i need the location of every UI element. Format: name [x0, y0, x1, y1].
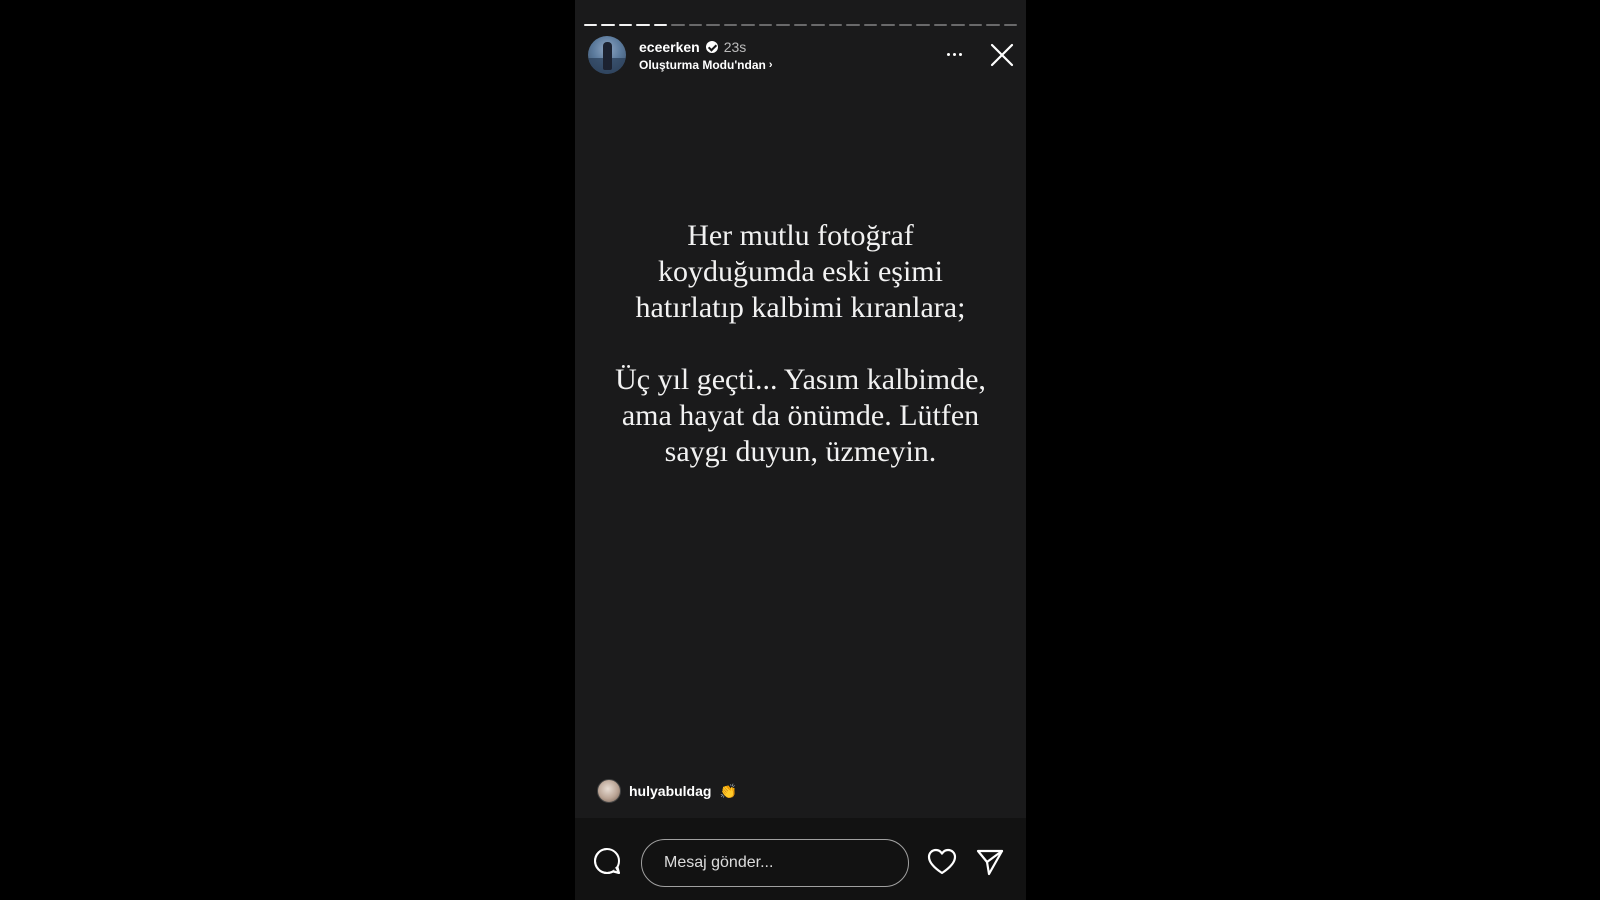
story-line: Üç yıl geçti... Yasım kalbimde,: [615, 363, 986, 396]
story-viewer[interactable]: eceerken 23s Oluşturma Modu'ndan › Her m…: [575, 0, 1026, 900]
progress-segment: [653, 24, 668, 26]
progress-segment: [898, 24, 913, 26]
reply-bar: [575, 818, 1026, 900]
more-dot: [946, 52, 950, 56]
progress-segment: [776, 24, 790, 26]
progress-segment: [881, 24, 895, 26]
heart-icon[interactable]: [927, 848, 957, 876]
progress-segment: [618, 24, 633, 26]
story-line: ama hayat da önümde. Lütfen: [621, 399, 980, 432]
progress-segment: [688, 24, 703, 26]
story-line: hatırlatıp kalbimi kıranlara;: [635, 291, 966, 324]
story-header: eceerken 23s Oluşturma Modu'ndan ›: [588, 36, 1016, 76]
more-dot: [958, 52, 962, 56]
chevron-right-icon: ›: [768, 59, 773, 71]
user-line: eceerken 23s: [639, 39, 746, 55]
story-line: koyduğumda eski eşimi: [658, 255, 943, 288]
story-paragraph-1: Her mutlu fotoğraf koyduğumda eski eşimi…: [595, 218, 1006, 326]
timestamp: 23s: [723, 39, 747, 55]
send-icon[interactable]: [975, 847, 1005, 877]
progress-segment: [601, 24, 615, 26]
progress-segment: [863, 24, 878, 26]
progress-segment: [706, 24, 720, 26]
progress-segment: [741, 24, 755, 26]
progress-segment: [1003, 24, 1018, 26]
progress-segment: [636, 24, 650, 26]
progress-segment: [671, 24, 685, 26]
avatar[interactable]: [588, 36, 626, 74]
more-options-button[interactable]: [942, 46, 966, 62]
verified-badge-icon: [705, 41, 718, 53]
progress-segment: [986, 24, 1000, 26]
story-text: Her mutlu fotoğraf koyduğumda eski eşimi…: [595, 218, 1006, 470]
creation-mode-label: Oluşturma Modu'ndan: [639, 58, 766, 72]
story-line: Her mutlu fotoğraf: [687, 219, 914, 252]
comment-icon[interactable]: [592, 846, 622, 876]
progress-segment: [793, 24, 808, 26]
story-line: saygı duyun, üzmeyin.: [664, 435, 937, 468]
avatar-figure: [603, 42, 612, 70]
progress-segment: [758, 24, 773, 26]
story-like-info[interactable]: hulyabuldag 👏: [597, 779, 737, 803]
page: eceerken 23s Oluşturma Modu'ndan › Her m…: [0, 0, 1600, 900]
story-progress-bar: [584, 24, 1018, 26]
progress-segment: [951, 24, 965, 26]
progress-segment: [933, 24, 948, 26]
progress-segment: [846, 24, 860, 26]
liker-avatar: [597, 779, 621, 803]
progress-segment: [811, 24, 825, 26]
progress-segment: [968, 24, 983, 26]
progress-segment: [723, 24, 738, 26]
more-dot: [952, 52, 956, 56]
progress-segment: [828, 24, 843, 26]
progress-segment: [916, 24, 930, 26]
story-paragraph-2: Üç yıl geçti... Yasım kalbimde, ama haya…: [595, 362, 1006, 470]
creation-mode-link[interactable]: Oluşturma Modu'ndan ›: [639, 58, 773, 72]
liker-username: hulyabuldag: [629, 783, 712, 799]
message-input[interactable]: [641, 839, 909, 887]
close-icon[interactable]: [988, 41, 1016, 69]
clap-icon: 👏: [719, 782, 737, 799]
username-link[interactable]: eceerken: [639, 39, 700, 55]
progress-segment: [584, 24, 598, 26]
